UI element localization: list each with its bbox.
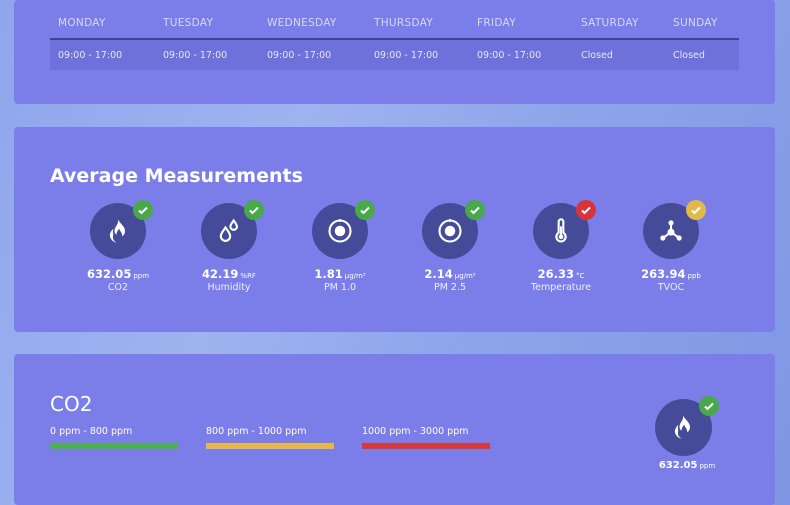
temperature-icon-circle — [533, 200, 596, 259]
hours-header-row: MONDAY TUESDAY WEDNESDAY THURSDAY FRIDAY… — [50, 8, 739, 40]
time-tuesday: 09:00 - 17:00 — [163, 49, 228, 61]
co2-range-moderate: 800 ppm - 1000 ppm — [206, 426, 334, 449]
particle-icon — [438, 218, 462, 243]
status-good-badge — [355, 200, 375, 220]
day-header-monday: MONDAY — [58, 17, 106, 29]
status-good-badge — [133, 200, 153, 220]
metric-humidity[interactable]: 42.19 %RF Humidity — [174, 200, 284, 293]
metric-value: 632.05 ppm — [86, 267, 150, 281]
range-bar-moderate — [206, 443, 334, 449]
metric-label: Temperature — [530, 282, 592, 293]
tvoc-icon-circle — [643, 200, 706, 259]
day-header-friday: FRIDAY — [477, 17, 516, 29]
status-good-badge — [699, 396, 719, 416]
metric-tvoc[interactable]: 263.94 ppb TVOC — [616, 200, 726, 293]
co2-detail-icon — [655, 396, 719, 456]
particle-icon — [328, 218, 352, 243]
time-sunday: Closed — [673, 49, 705, 61]
metric-value: 2.14 µg/m³ — [424, 267, 476, 281]
check-icon — [691, 206, 701, 215]
check-icon — [249, 206, 259, 215]
average-measurements-title: Average Measurements — [50, 165, 303, 187]
opening-hours-table: MONDAY TUESDAY WEDNESDAY THURSDAY FRIDAY… — [50, 8, 739, 70]
pm25-icon-circle — [422, 200, 485, 259]
status-warning-badge — [686, 200, 706, 220]
metric-value: 26.33 °C — [537, 267, 585, 281]
hours-times-row: 09:00 - 17:00 09:00 - 17:00 09:00 - 17:0… — [50, 40, 739, 70]
co2-icon-circle — [90, 200, 153, 259]
metric-pm10[interactable]: 1.81 µg/m³ PM 1.0 — [285, 200, 395, 293]
co2-detail-value: 632.05 ppm — [658, 460, 716, 471]
metric-value: 1.81 µg/m³ — [314, 267, 366, 281]
metric-value: 263.94 ppb — [641, 267, 701, 281]
opening-hours-card: MONDAY TUESDAY WEDNESDAY THURSDAY FRIDAY… — [14, 0, 775, 104]
co2-range-good: 0 ppm - 800 ppm — [50, 426, 178, 449]
range-bar-high — [362, 443, 490, 449]
day-header-thursday: THURSDAY — [374, 17, 434, 29]
co2-range-high: 1000 ppm - 3000 ppm — [362, 426, 490, 449]
status-good-badge — [465, 200, 485, 220]
droplets-icon — [219, 218, 238, 242]
co2-detail-card: CO2 0 ppm - 800 ppm 800 ppm - 1000 ppm 1… — [14, 354, 775, 505]
check-icon — [360, 206, 370, 215]
time-wednesday: 09:00 - 17:00 — [267, 49, 332, 61]
molecule-icon — [660, 220, 682, 241]
time-monday: 09:00 - 17:00 — [58, 49, 123, 61]
co2-icon-circle — [655, 396, 719, 456]
flame-icon — [109, 219, 126, 243]
check-icon — [470, 206, 480, 215]
metric-temperature[interactable]: 26.33 °C Temperature — [506, 200, 616, 293]
metric-label: PM 1.0 — [323, 282, 357, 293]
check-icon — [581, 206, 591, 215]
metric-label: Humidity — [207, 282, 251, 293]
co2-detail-title: CO2 — [50, 392, 93, 416]
check-icon — [704, 402, 714, 411]
pm10-icon-circle — [312, 200, 375, 259]
day-header-tuesday: TUESDAY — [163, 17, 214, 29]
day-header-saturday: SATURDAY — [581, 17, 639, 29]
metric-co2[interactable]: 632.05 ppm CO2 — [63, 200, 173, 293]
range-bar-good — [50, 443, 178, 449]
average-measurements-card: Average Measurements 632.05 ppm CO2 42.19… — [14, 127, 775, 332]
flame-icon — [674, 415, 691, 439]
time-friday: 09:00 - 17:00 — [477, 49, 542, 61]
status-bad-badge — [576, 200, 596, 220]
range-label: 0 ppm - 800 ppm — [50, 426, 133, 437]
metric-label: PM 2.5 — [433, 282, 467, 293]
check-icon — [138, 206, 148, 215]
time-thursday: 09:00 - 17:00 — [374, 49, 439, 61]
range-label: 1000 ppm - 3000 ppm — [362, 426, 469, 437]
time-saturday: Closed — [581, 49, 613, 61]
status-good-badge — [244, 200, 264, 220]
day-header-sunday: SUNDAY — [673, 17, 718, 29]
thermometer-icon — [555, 218, 567, 243]
metric-label: TVOC — [657, 282, 685, 293]
range-label: 800 ppm - 1000 ppm — [206, 426, 307, 437]
metric-pm25[interactable]: 2.14 µg/m³ PM 2.5 — [395, 200, 505, 293]
metric-value: 42.19 %RF — [202, 267, 256, 281]
day-header-wednesday: WEDNESDAY — [267, 17, 337, 29]
metric-label: CO2 — [107, 282, 129, 293]
humidity-icon-circle — [201, 200, 264, 259]
